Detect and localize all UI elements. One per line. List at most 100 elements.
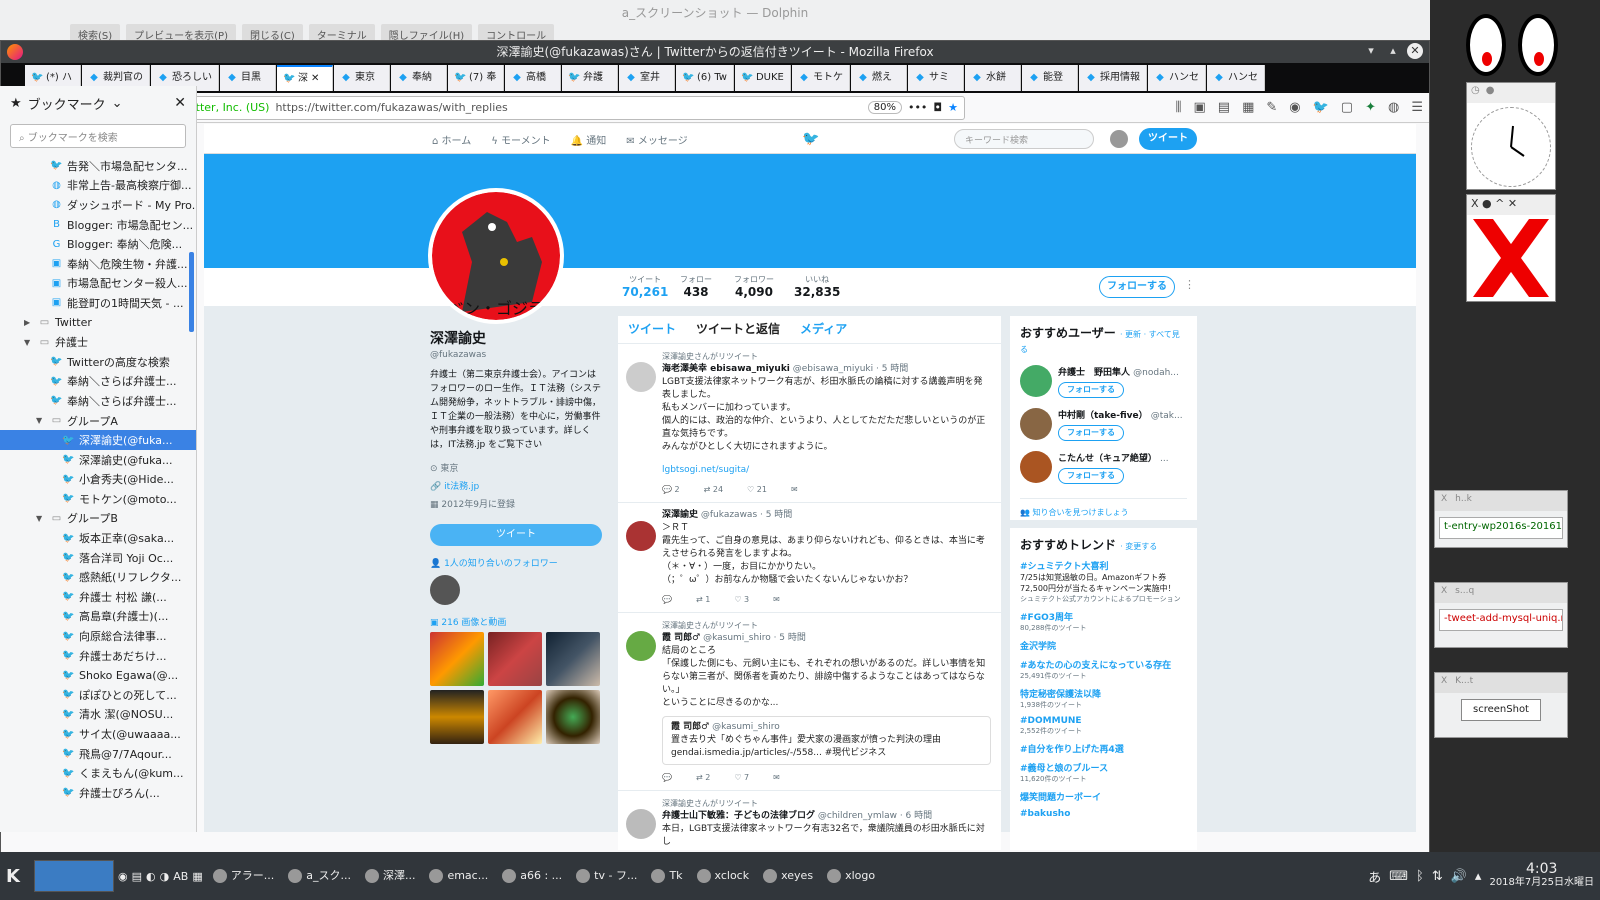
bookmark-folder[interactable]: ▼ ▭ 弁護士 — [0, 332, 196, 352]
tab-4[interactable]: 🐦 深 ✕ — [277, 65, 333, 91]
extension-icon[interactable]: ✦ — [1365, 100, 1376, 115]
trend-item[interactable]: 特定秘密保護法以降 1,938件のツイート — [1020, 687, 1187, 710]
close-tab-icon[interactable]: ✕ — [311, 67, 319, 91]
bookmark-item[interactable]: 🐦 モトケン(@moto... — [0, 489, 196, 509]
bookmark-item[interactable]: 🐦 奉納＼さらば弁護士... — [0, 391, 196, 411]
trend-tag[interactable]: #自分を作り上げた再4選 — [1020, 745, 1124, 755]
library-icon[interactable]: ⫼ — [1175, 100, 1181, 115]
container-icon[interactable]: ▦ — [1242, 100, 1254, 115]
bookmark-item[interactable]: B Blogger: 市場急配セン... — [0, 215, 196, 235]
trend-tag[interactable]: 爆笑問題カーボーイ — [1020, 793, 1101, 803]
message-icon[interactable]: ✉ — [773, 593, 780, 606]
tweet[interactable]: 深澤諭史 @fukazawas · 5 時間 ＞ＲＴ 霞先生って、ご自身の意見は、あ… — [618, 503, 1001, 613]
sidebar-scrollbar[interactable] — [189, 252, 194, 332]
sidebar-toggle-icon[interactable]: ▣ — [1193, 100, 1205, 115]
message-icon[interactable]: ✉ — [791, 483, 798, 496]
user-avatar[interactable] — [1110, 130, 1128, 148]
media-thumb[interactable] — [488, 690, 542, 744]
tweet-handle-time[interactable]: @children_ymlaw · 6 時間 — [818, 811, 932, 821]
bookmark-item[interactable]: G Blogger: 奉納＼危険... — [0, 234, 196, 254]
profile-link[interactable]: 🔗 it法務.jp — [430, 478, 602, 496]
folder-toggle-icon[interactable]: ▼ — [24, 338, 34, 347]
nav-moments[interactable]: ϟ モーメント — [491, 132, 550, 147]
bookmark-item[interactable]: 🐦 深澤諭史(@fuka... — [0, 430, 196, 450]
menu-icon[interactable]: ☰ — [1411, 100, 1423, 115]
suggested-user-name[interactable]: こたんせ（キュア絶望） ... — [1058, 451, 1188, 464]
trend-tag[interactable]: 金沢学院 — [1020, 642, 1056, 652]
user-avatar[interactable] — [1020, 451, 1052, 483]
more-options-icon[interactable]: ⋮ — [1184, 278, 1195, 291]
bookmark-folder[interactable]: ▼ ▭ グループB — [0, 509, 196, 529]
tk-entry-field[interactable]: -tweet-add-mysql-uniq.rl — [1439, 609, 1563, 631]
media-thumb[interactable] — [546, 690, 600, 744]
tweet-avatar[interactable] — [626, 809, 656, 839]
bookmark-item[interactable]: ▣ 奉納＼危険生物・弁護... — [0, 254, 196, 274]
user-avatar[interactable] — [1020, 408, 1052, 440]
bookmark-item[interactable]: 🐦 Shoko Egawa(@... — [0, 665, 196, 685]
suggested-user-name[interactable]: 中村剛（take-five） @tak... — [1058, 408, 1188, 421]
follow-user-button[interactable]: フォローする — [1058, 468, 1124, 484]
volume-icon[interactable]: 🔊 — [1451, 869, 1467, 884]
folder-toggle-icon[interactable]: ▼ — [36, 514, 46, 523]
media-thumb[interactable] — [546, 632, 600, 686]
tweet-author[interactable]: 霞 司郎♂ — [662, 633, 700, 643]
tab-9[interactable]: 🐦 弁護 — [562, 65, 618, 91]
stat-likes[interactable]: いいね 32,835 — [794, 274, 840, 299]
twitter-addon-icon[interactable]: 🐦 — [1313, 100, 1329, 115]
trend-tag[interactable]: #あなたの心の支えになっている存在 — [1020, 661, 1171, 671]
bookmark-item[interactable]: ◍ 非常上告-最高検察庁御... — [0, 176, 196, 196]
follow-user-button[interactable]: フォローする — [1058, 425, 1124, 441]
bookmark-item[interactable]: 🐦 弁護士あだちけ... — [0, 646, 196, 666]
close-window-icon[interactable]: ✕ — [1407, 43, 1423, 59]
trend-item[interactable]: #FGO3周年 80,288件のツイート — [1020, 610, 1187, 633]
reply-icon[interactable]: 💬 2 — [662, 483, 680, 496]
quoted-tweet[interactable]: 霞 司郎♂ @kasumi_shiro 置き去り犬「めぐちゃん事件」愛犬家の漫画家… — [662, 716, 991, 765]
trend-item[interactable]: #義母と娘のブルース 11,620件のツイート — [1020, 761, 1187, 784]
zoom-indicator[interactable]: 80% — [867, 101, 902, 114]
tweet[interactable]: 深澤諭史さんがリツイート 弁護士山下敏雅：子どもの法律ブログ @children_… — [618, 791, 1001, 850]
dictionary-icon[interactable]: AB — [173, 870, 188, 883]
clipboard-icon[interactable]: ▢ — [1341, 100, 1353, 115]
bookmark-item[interactable]: 🐦 告発＼市場急配センタ... — [0, 156, 196, 176]
message-icon[interactable]: ✉ — [773, 771, 780, 784]
reply-icon[interactable]: 💬 — [662, 593, 672, 606]
edit-icon[interactable]: ✎ — [1266, 100, 1277, 115]
trend-tag[interactable]: 特定秘密保護法以降 — [1020, 690, 1101, 700]
retweet-icon[interactable]: ⇄ 24 — [704, 483, 723, 496]
taskbar-task[interactable]: emac... — [423, 860, 494, 892]
reader-icon[interactable]: ▤ — [1218, 100, 1230, 115]
desktop-pager[interactable] — [34, 860, 114, 892]
tab-11[interactable]: 🐦 (6) Tw — [676, 65, 734, 91]
trend-item[interactable]: 爆笑問題カーボーイ — [1020, 790, 1187, 803]
bookmark-item[interactable]: 🐦 落合洋司 Yoji Oc... — [0, 548, 196, 568]
text-editor-icon[interactable]: ▤ — [132, 870, 142, 883]
tweet-handle-time[interactable]: @ebisawa_miyuki · 5 時間 — [793, 364, 909, 374]
trends-change-link[interactable]: · 変更する — [1120, 542, 1157, 551]
trend-item[interactable]: 金沢学院 — [1020, 639, 1187, 652]
stat-tweets[interactable]: ツイート 70,261 — [622, 274, 668, 299]
network-icon[interactable]: ⇅ — [1432, 869, 1443, 884]
tab-5[interactable]: ◆ 東京 — [334, 65, 390, 91]
tab-18[interactable]: ◆ 採用情報 — [1078, 65, 1147, 91]
media-thumb[interactable] — [430, 632, 484, 686]
trend-tag[interactable]: #bakusho — [1020, 809, 1070, 819]
tweet-author[interactable]: 弁護士山下敏雅：子どもの法律ブログ — [662, 811, 815, 821]
twitter-search-input[interactable]: キーワード検索 — [954, 129, 1094, 149]
trend-item[interactable]: #bakusho — [1020, 809, 1187, 819]
tweet-handle-time[interactable]: @fukazawas · 5 時間 — [701, 510, 792, 520]
app-launcher-icon[interactable]: ◐ — [146, 870, 156, 883]
bookmark-item[interactable]: 🐦 清水 潔(@NOSU... — [0, 705, 196, 725]
bookmark-item[interactable]: 🐦 向原総合法律事... — [0, 626, 196, 646]
bookmark-item[interactable]: 🐦 弁護士ぴろん(... — [0, 783, 196, 803]
nav-home[interactable]: ⌂ ホーム — [432, 132, 471, 147]
trend-item[interactable]: #シュミテクト大喜利 7/25は知覚過敏の日。Amazonギフト券72,500円分… — [1020, 559, 1187, 604]
chevron-down-icon[interactable]: ⌄ — [112, 96, 123, 111]
bookmark-item[interactable]: 🐦 ぽぽひとの死して... — [0, 685, 196, 705]
page-actions-icon[interactable]: ••• — [908, 101, 927, 114]
taskbar-task[interactable]: xeyes — [757, 860, 819, 892]
trend-item[interactable]: #あなたの心の支えになっている存在 25,491件のツイート — [1020, 658, 1187, 681]
find-friends-link[interactable]: 👥 知り合いを見つけましょう — [1020, 498, 1187, 518]
bookmark-item[interactable]: 🐦 飛鳥@7/7Aqour... — [0, 744, 196, 764]
taskbar-task[interactable]: 深澤... — [359, 860, 422, 892]
follower-avatar[interactable] — [430, 575, 460, 605]
